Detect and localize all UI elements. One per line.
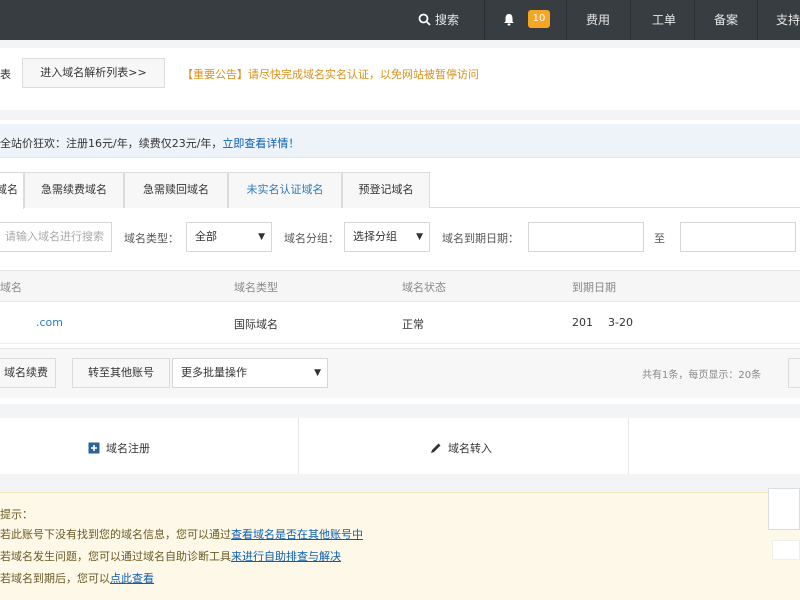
tip-3-text: 若域名到期后，您可以 bbox=[0, 572, 110, 585]
tip-line-1: 若此账号下没有找到您的域名信息，您可以通过查看域名是否在其他账号中 bbox=[0, 526, 363, 542]
register-domain-button[interactable]: 域名注册 bbox=[88, 440, 150, 456]
pencil-icon bbox=[431, 443, 441, 453]
divider bbox=[566, 0, 567, 40]
promo-text: 全站价狂欢：注册16元/年，续费仅23元/年，立即查看详情！ bbox=[0, 135, 299, 151]
transfer-in-domain-button[interactable]: 域名转入 bbox=[430, 440, 492, 456]
notification-button[interactable] bbox=[503, 0, 515, 40]
divider bbox=[298, 418, 299, 474]
bulk-renew-button[interactable]: 域名续费 bbox=[0, 358, 56, 388]
domain-type-cell: 国际域名 bbox=[234, 318, 278, 331]
tip-1-link[interactable]: 查看域名是否在其他账号中 bbox=[231, 528, 363, 541]
nav-item-billing[interactable]: 费用 bbox=[586, 0, 610, 40]
domain-type-select[interactable]: 全部 ▼ bbox=[186, 222, 272, 252]
notification-count-badge[interactable]: 10 bbox=[528, 10, 550, 28]
expire-end-input[interactable] bbox=[680, 222, 796, 252]
column-header-status: 域名状态 bbox=[402, 281, 446, 294]
table-header: 域名 域名类型 域名状态 到期日期 bbox=[0, 270, 800, 302]
nav-item-support[interactable]: 支持 bbox=[776, 0, 800, 40]
tip-line-2: 若域名发生问题，您可以通过域名自助诊断工具来进行自助排查与解决 bbox=[0, 548, 341, 564]
column-header-expiry: 到期日期 bbox=[572, 281, 616, 294]
domain-tabs: 域名 急需续费域名 急需赎回域名 未实名认证域名 预登记域名 bbox=[0, 172, 800, 209]
floating-tool-button[interactable] bbox=[772, 540, 800, 560]
divider bbox=[694, 0, 695, 40]
promo-link[interactable]: 立即查看详情！ bbox=[222, 137, 299, 150]
domain-group-label: 域名分组： bbox=[284, 232, 339, 245]
domain-name-link[interactable]: .com bbox=[36, 316, 63, 329]
expire-start-input[interactable] bbox=[528, 222, 644, 252]
tip-1-text: 若此账号下没有找到您的域名信息，您可以通过 bbox=[0, 528, 231, 541]
column-header-domain: 域名 bbox=[0, 281, 22, 294]
chevron-down-icon: ▼ bbox=[416, 232, 423, 242]
floating-feedback-button[interactable] bbox=[768, 488, 800, 530]
divider bbox=[628, 418, 629, 474]
more-bulk-actions-select[interactable]: 更多批量操作 ▼ bbox=[172, 358, 328, 388]
domain-type-value: 全部 bbox=[195, 230, 217, 243]
transfer-account-button[interactable]: 转至其他账号 bbox=[72, 358, 170, 388]
promo-message: 全站价狂欢：注册16元/年，续费仅23元/年， bbox=[0, 137, 223, 150]
divider bbox=[630, 0, 631, 40]
register-domain-label: 域名注册 bbox=[106, 442, 150, 455]
tip-2-link[interactable]: 来进行自助排查与解决 bbox=[231, 550, 341, 563]
more-bulk-actions-value: 更多批量操作 bbox=[181, 366, 247, 379]
column-header-type: 域名类型 bbox=[234, 281, 278, 294]
search-label: 搜索 bbox=[435, 13, 460, 27]
transfer-in-domain-label: 域名转入 bbox=[448, 442, 492, 455]
expiry-date-suffix: 3-20 bbox=[608, 316, 633, 329]
tip-line-3: 若域名到期后，您可以点此查看 bbox=[0, 570, 154, 586]
chevron-down-icon: ▼ bbox=[258, 232, 265, 242]
enter-dns-list-button[interactable]: 进入域名解析列表>> bbox=[22, 58, 165, 88]
pagination-info: 共有1条，每页显示：20条 bbox=[642, 370, 762, 381]
important-notice: 【重要公告】请尽快完成域名实名认证，以免网站被暂停访问 bbox=[182, 68, 479, 81]
page-size-select[interactable] bbox=[788, 358, 800, 388]
search-icon bbox=[418, 13, 431, 26]
tab-redeem-needed[interactable]: 急需赎回域名 bbox=[124, 172, 228, 208]
expiry-date-prefix: 201 bbox=[572, 316, 593, 329]
domain-status-cell: 正常 bbox=[402, 318, 424, 331]
top-navbar: 搜索 10 费用 工单 备案 支持 bbox=[0, 0, 800, 40]
search-button[interactable]: 搜索 bbox=[418, 0, 459, 40]
domain-group-select[interactable]: 选择分组 ▼ bbox=[344, 222, 430, 252]
tab-renew-needed[interactable]: 急需续费域名 bbox=[24, 172, 124, 208]
nav-item-tickets[interactable]: 工单 bbox=[652, 0, 676, 40]
nav-item-filing[interactable]: 备案 bbox=[714, 0, 738, 40]
bell-icon bbox=[504, 14, 514, 26]
expire-date-label: 域名到期日期： bbox=[442, 232, 519, 245]
tip-2-text: 若域名发生问题，您可以通过域名自助诊断工具 bbox=[0, 550, 231, 563]
divider bbox=[484, 0, 485, 40]
chevron-down-icon: ▼ bbox=[314, 368, 321, 378]
tab-unverified[interactable]: 未实名认证域名 bbox=[228, 172, 342, 208]
table-row[interactable]: .com 国际域名 正常 201 3-20 bbox=[0, 302, 800, 344]
section-prefix: 表 bbox=[0, 68, 11, 81]
domain-group-value: 选择分组 bbox=[353, 230, 397, 243]
tab-all-domains[interactable]: 域名 bbox=[0, 172, 24, 209]
tip-3-link[interactable]: 点此查看 bbox=[110, 572, 154, 585]
date-range-to-label: 至 bbox=[654, 232, 665, 245]
tab-preregistered[interactable]: 预登记域名 bbox=[342, 172, 430, 208]
tips-title: 提示： bbox=[0, 508, 33, 521]
plus-square-icon bbox=[88, 442, 100, 454]
domain-search-input[interactable]: 请输入域名进行搜索 bbox=[0, 222, 112, 252]
divider bbox=[757, 0, 758, 40]
domain-type-label: 域名类型： bbox=[124, 232, 179, 245]
